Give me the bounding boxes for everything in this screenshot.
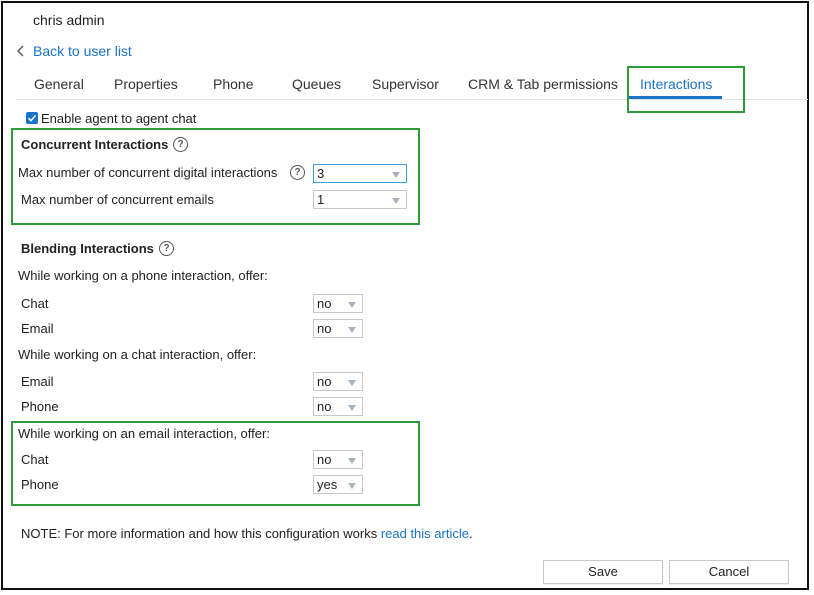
email-phone-select[interactable]: yes xyxy=(313,475,363,494)
chat-interaction-heading: While working on a chat interaction, off… xyxy=(18,347,257,362)
email-chat-label: Chat xyxy=(21,452,49,467)
phone-chat-value: no xyxy=(317,296,332,311)
phone-interaction-heading: While working on a phone interaction, of… xyxy=(18,268,268,283)
tab-queues[interactable]: Queues xyxy=(292,76,341,92)
tab-properties[interactable]: Properties xyxy=(114,76,178,92)
back-to-user-list-link[interactable]: Back to user list xyxy=(14,43,132,59)
chat-email-select[interactable]: no xyxy=(313,372,363,391)
save-button[interactable]: Save xyxy=(543,560,663,584)
dropdown-arrow-icon xyxy=(392,172,400,178)
dropdown-arrow-icon xyxy=(348,327,356,333)
chat-email-label: Email xyxy=(21,374,54,389)
enable-agent-chat-label: Enable agent to agent chat xyxy=(41,111,197,126)
max-digital-interactions-label: Max number of concurrent digital interac… xyxy=(18,165,278,180)
phone-email-label: Email xyxy=(21,321,54,336)
note-end: . xyxy=(468,526,473,541)
digital-help-icon[interactable]: ? xyxy=(290,165,305,180)
cancel-button[interactable]: Cancel xyxy=(669,560,789,584)
max-emails-select[interactable]: 1 xyxy=(313,190,407,209)
chat-phone-label: Phone xyxy=(21,399,59,414)
read-article-link[interactable]: read this article xyxy=(381,526,469,541)
chat-phone-select[interactable]: no xyxy=(313,397,363,416)
tab-general[interactable]: General xyxy=(34,76,84,92)
tab-supervisor[interactable]: Supervisor xyxy=(372,76,439,92)
phone-chat-select[interactable]: no xyxy=(313,294,363,313)
interactions-tab-highlight xyxy=(627,66,745,113)
max-emails-label: Max number of concurrent emails xyxy=(21,192,214,207)
tab-crm-tab-permissions[interactable]: CRM & Tab permissions xyxy=(468,76,618,92)
max-digital-interactions-select[interactable]: 3 xyxy=(313,164,407,183)
phone-email-value: no xyxy=(317,321,332,336)
phone-email-select[interactable]: no xyxy=(313,319,363,338)
dropdown-arrow-icon xyxy=(392,198,400,204)
phone-chat-label: Chat xyxy=(21,296,49,311)
tab-phone[interactable]: Phone xyxy=(213,76,253,92)
back-link-label: Back to user list xyxy=(33,43,132,59)
email-phone-label: Phone xyxy=(21,477,59,492)
chevron-left-icon xyxy=(17,45,24,57)
user-name-title: chris admin xyxy=(33,12,105,28)
chat-phone-value: no xyxy=(317,399,332,414)
blending-help-icon[interactable]: ? xyxy=(159,241,174,256)
email-phone-value: yes xyxy=(317,477,338,492)
dropdown-arrow-icon xyxy=(348,302,356,308)
dropdown-arrow-icon xyxy=(348,458,356,464)
email-chat-select[interactable]: no xyxy=(313,450,363,469)
dropdown-arrow-icon xyxy=(348,380,356,386)
note-prefix: NOTE: For more information and how this … xyxy=(21,526,381,541)
chat-email-value: no xyxy=(317,374,332,389)
concurrent-interactions-title: Concurrent Interactions xyxy=(21,137,169,152)
max-emails-value: 1 xyxy=(317,192,325,207)
note-text: NOTE: For more information and how this … xyxy=(21,526,473,541)
concurrent-help-icon[interactable]: ? xyxy=(173,137,188,152)
email-chat-value: no xyxy=(317,452,332,467)
checkmark-icon xyxy=(27,114,37,122)
max-digital-interactions-value: 3 xyxy=(317,166,325,181)
enable-agent-chat-checkbox[interactable] xyxy=(26,112,38,124)
blending-interactions-title: Blending Interactions xyxy=(21,241,154,256)
dropdown-arrow-icon xyxy=(348,405,356,411)
dropdown-arrow-icon xyxy=(348,483,356,489)
email-interaction-heading: While working on an email interaction, o… xyxy=(18,426,270,441)
